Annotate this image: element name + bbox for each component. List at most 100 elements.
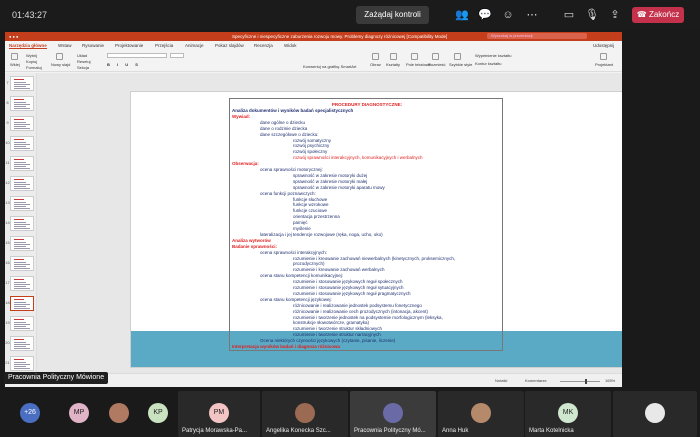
mic-off-icon[interactable]: 🎙 bbox=[585, 8, 599, 22]
more-icon[interactable]: ⋯ bbox=[525, 8, 539, 22]
tab-transitions[interactable]: Przejścia bbox=[155, 43, 173, 48]
slide-thumbnail[interactable] bbox=[10, 156, 34, 171]
font-family-select[interactable] bbox=[107, 53, 167, 58]
zoom-slider[interactable] bbox=[560, 381, 600, 382]
slide-thumbnail[interactable] bbox=[10, 356, 34, 371]
thumbnail-text-mark bbox=[14, 162, 26, 163]
picture-button[interactable]: Obraz bbox=[370, 62, 381, 67]
thumbnail-text-mark bbox=[14, 206, 26, 207]
thumbnail-text-mark bbox=[14, 328, 30, 329]
smartart-button[interactable]: Konwertuj na grafikę SmartArt bbox=[303, 64, 356, 69]
layout-button[interactable]: Układ bbox=[77, 53, 87, 58]
slide-text-line: różnicowanie i realizowanie jednostek po… bbox=[293, 302, 422, 308]
slide-text-line: rozwój społeczny bbox=[293, 149, 328, 155]
picture-icon[interactable] bbox=[372, 53, 379, 60]
tab-view[interactable]: Widok bbox=[284, 43, 297, 48]
window-controls[interactable]: ● ● ● bbox=[9, 34, 18, 39]
paste-icon[interactable] bbox=[11, 53, 18, 60]
arrange-button[interactable]: Rozmieść bbox=[428, 62, 446, 67]
slide-text-line: ocena sprawności motorycznej: bbox=[260, 167, 323, 172]
slide[interactable]: PROCEDURY DIAGNOSTYCZNE: Analiza dokumen… bbox=[130, 91, 622, 368]
shape-outline-button[interactable]: Kontur kształtu bbox=[475, 61, 501, 66]
tab-design[interactable]: Projektowanie bbox=[115, 43, 143, 48]
chat-icon[interactable]: 💬 bbox=[478, 8, 492, 22]
quick-styles-button[interactable]: Szybkie style bbox=[449, 62, 472, 67]
slide-thumbnail[interactable] bbox=[10, 296, 34, 311]
cut-button[interactable]: Wytnij bbox=[26, 53, 37, 58]
camera-off-icon[interactable]: ▭ bbox=[562, 8, 576, 22]
thumbnail-text-mark bbox=[14, 284, 30, 285]
tab-home[interactable]: Narzędzia główne bbox=[9, 43, 47, 49]
thumbnail-text-mark bbox=[14, 86, 26, 87]
slide-thumbnail[interactable] bbox=[10, 336, 34, 351]
tab-draw[interactable]: Rysowanie bbox=[82, 43, 104, 48]
participant-avatar bbox=[109, 403, 129, 423]
section-button[interactable]: Sekcja bbox=[77, 65, 89, 70]
thumbnail-text-mark bbox=[14, 348, 30, 349]
slide-thumbnail[interactable] bbox=[10, 216, 34, 231]
font-style-buttons[interactable]: B I U S bbox=[107, 62, 141, 67]
request-control-button[interactable]: Zażądaj kontroli bbox=[356, 6, 429, 24]
participant-tile[interactable]: +26 bbox=[5, 391, 55, 437]
slide-thumbnail[interactable] bbox=[10, 176, 34, 191]
copy-button[interactable]: Kopiuj bbox=[26, 59, 37, 64]
font-size-select[interactable] bbox=[170, 53, 184, 58]
textbox-icon[interactable] bbox=[411, 53, 418, 60]
thumbnail-text-mark bbox=[14, 306, 26, 307]
slide-text-line: Analiza wytworów bbox=[232, 237, 271, 243]
participant-tile[interactable]: KP bbox=[140, 391, 176, 437]
people-icon[interactable]: 👥 bbox=[455, 8, 469, 22]
shapes-button[interactable]: Kształty bbox=[386, 62, 400, 67]
slide-text-line: dane ogólne o dziecku bbox=[260, 119, 306, 125]
participant-tile[interactable]: Anna Huk bbox=[438, 391, 524, 437]
designer-icon[interactable] bbox=[600, 53, 607, 60]
slide-thumbnail[interactable] bbox=[10, 76, 34, 91]
thumbnail-text-mark bbox=[14, 326, 26, 327]
tab-slideshow[interactable]: Pokaz slajdów bbox=[215, 43, 244, 48]
reset-button[interactable]: Resetuj bbox=[77, 59, 91, 64]
tab-insert[interactable]: Wstaw bbox=[58, 43, 72, 48]
participant-tile[interactable] bbox=[613, 391, 697, 437]
slide-text-box[interactable]: PROCEDURY DIAGNOSTYCZNE: Analiza dokumen… bbox=[229, 98, 503, 351]
slide-thumbnail[interactable] bbox=[10, 316, 34, 331]
paste-button[interactable]: Wklej bbox=[10, 62, 20, 67]
thumbnail-text-mark bbox=[14, 268, 30, 269]
shapes-icon[interactable] bbox=[390, 53, 397, 60]
new-slide-icon[interactable] bbox=[56, 53, 63, 60]
participant-tile[interactable]: Angelika Konecka Szc... bbox=[262, 391, 348, 437]
thumbnail-heading-mark bbox=[14, 179, 24, 180]
share-button[interactable]: Udostępnij bbox=[593, 43, 614, 48]
format-painter-button[interactable]: Formatuj bbox=[26, 65, 42, 70]
slide-thumbnail[interactable] bbox=[10, 96, 34, 111]
slide-thumbnail[interactable] bbox=[10, 196, 34, 211]
thumbnail-text-mark bbox=[14, 366, 26, 367]
slide-thumbnail[interactable] bbox=[10, 136, 34, 151]
share-screen-icon[interactable]: ⇪ bbox=[608, 8, 622, 22]
tab-animations[interactable]: Animacje bbox=[185, 43, 204, 48]
thumbnail-text-mark bbox=[14, 84, 30, 85]
comments-button[interactable]: Komentarze bbox=[525, 378, 547, 383]
designer-button[interactable]: Projektant bbox=[595, 62, 613, 67]
search-input[interactable]: Wyszukaj w prezentacji bbox=[487, 33, 587, 39]
zoom-level[interactable]: 165% bbox=[605, 378, 615, 383]
thumbnail-text-mark bbox=[14, 282, 26, 283]
tab-review[interactable]: Recenzja bbox=[254, 43, 273, 48]
participant-tile[interactable]: PM Patrycja Morawska-Pa... bbox=[178, 391, 260, 437]
slide-text-line: dane szczegółowe o dziecku: bbox=[260, 131, 319, 137]
slide-thumbnail[interactable] bbox=[10, 236, 34, 251]
slide-thumbnail[interactable] bbox=[10, 256, 34, 271]
end-call-button[interactable]: ☎ Zakończ bbox=[632, 7, 684, 23]
participant-tile[interactable]: MP bbox=[60, 391, 98, 437]
slide-thumbnail[interactable] bbox=[10, 276, 34, 291]
zoom-slider-handle[interactable] bbox=[585, 379, 587, 384]
notes-button[interactable]: Notatki bbox=[495, 378, 507, 383]
react-icon[interactable]: ☺ bbox=[501, 8, 515, 22]
slide-thumbnail[interactable] bbox=[10, 116, 34, 131]
participant-tile[interactable] bbox=[100, 391, 138, 437]
new-slide-button[interactable]: Nowy slajd bbox=[51, 62, 70, 67]
arrange-icon[interactable] bbox=[432, 53, 439, 60]
participant-tile[interactable]: Pracownia Polityczny Mó... bbox=[350, 391, 436, 437]
quick-styles-icon[interactable] bbox=[454, 53, 461, 60]
participant-tile[interactable]: MK Marta Kotelnicka bbox=[525, 391, 611, 437]
shape-fill-button[interactable]: Wypełnienie kształtu bbox=[475, 53, 511, 58]
